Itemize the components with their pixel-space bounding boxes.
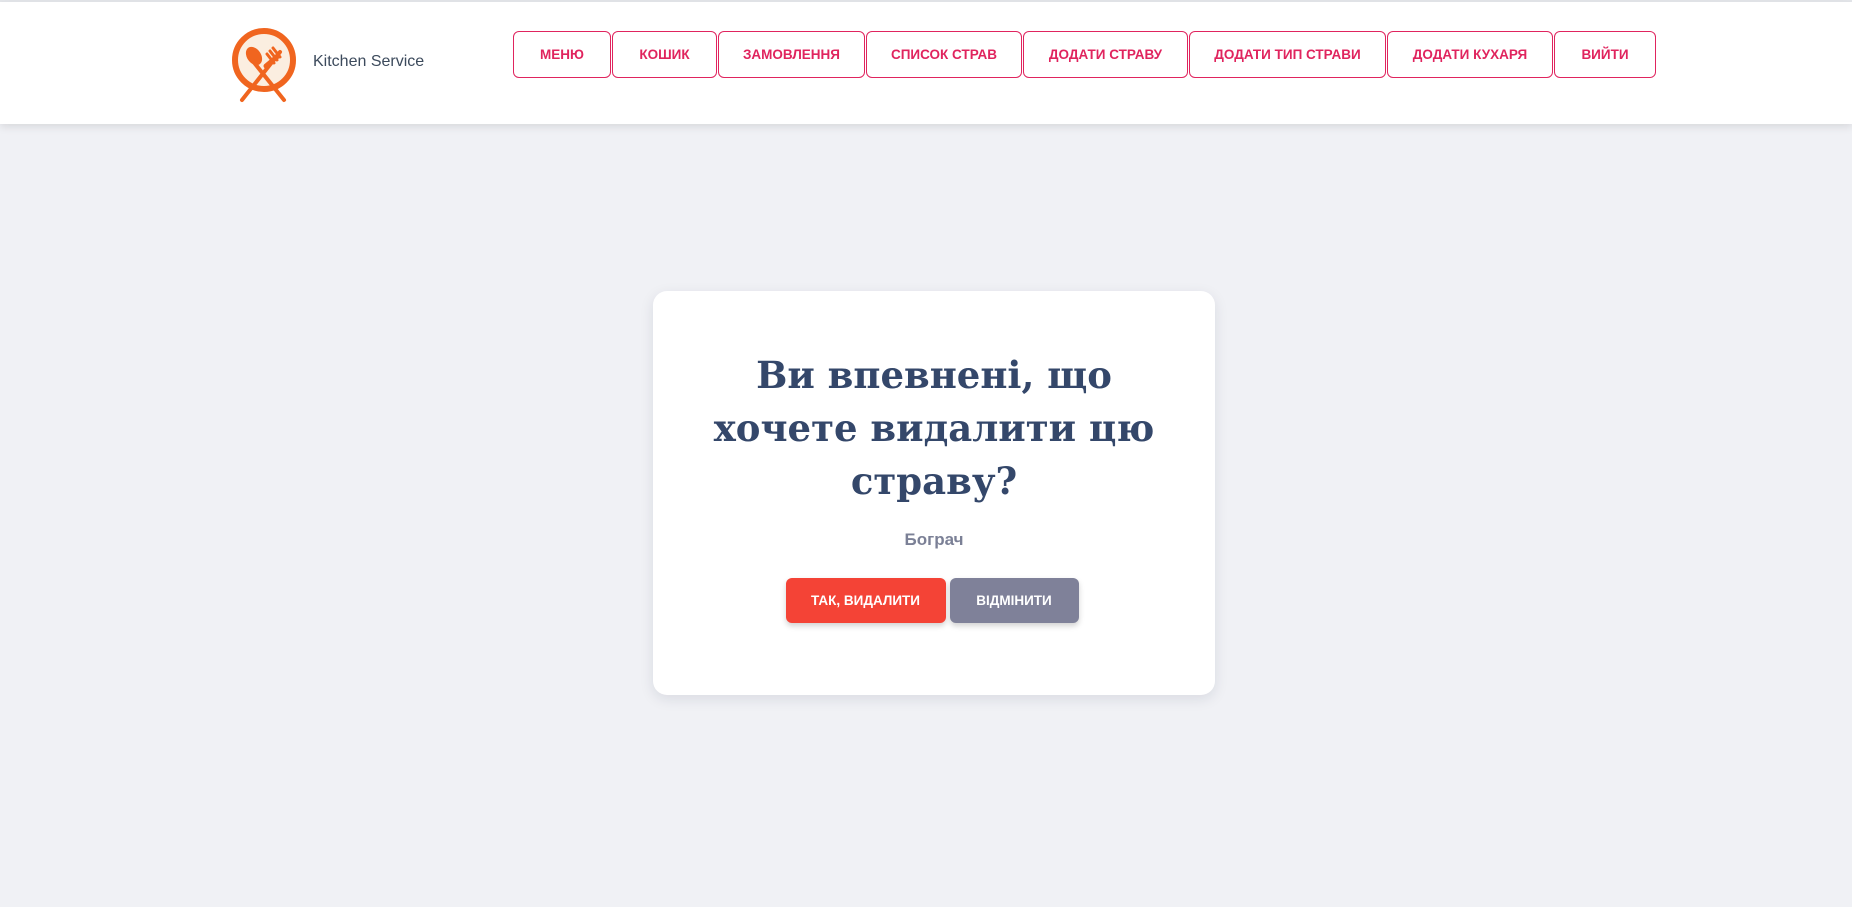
brand[interactable]: Kitchen Service — [230, 26, 424, 104]
confirm-delete-button[interactable]: ТАК, ВИДАЛИТИ — [785, 578, 946, 623]
brand-name: Kitchen Service — [313, 53, 425, 70]
main-nav: МЕНЮ КОШИК ЗАМОВЛЕННЯ СПИСОК СТРАВ ДОДАТ… — [513, 31, 1656, 78]
confirmation-title: Ви впевнені, що хочете видалити цю страв… — [713, 353, 1155, 503]
nav-orders-button[interactable]: ЗАМОВЛЕННЯ — [718, 31, 865, 78]
delete-confirmation-card: Ви впевнені, що хочете видалити цю страв… — [653, 291, 1215, 695]
nav-add-dish-button[interactable]: ДОДАТИ СТРАВУ — [1023, 31, 1188, 78]
nav-logout-button[interactable]: ВИЙТИ — [1554, 31, 1656, 78]
nav-add-cook-button[interactable]: ДОДАТИ КУХАРЯ — [1387, 31, 1553, 78]
plate-spoon-fork-icon — [232, 28, 296, 102]
site-header: Kitchen Service МЕНЮ КОШИК ЗАМОВЛЕННЯ СП… — [0, 2, 1852, 124]
dialog-actions: ТАК, ВИДАЛИТИ ВІДМІНИТИ — [653, 578, 1215, 623]
cancel-button[interactable]: ВІДМІНИТИ — [949, 578, 1079, 623]
nav-menu-button[interactable]: МЕНЮ — [513, 31, 611, 78]
dish-name: Бограч — [904, 530, 964, 549]
nav-dish-list-button[interactable]: СПИСОК СТРАВ — [866, 31, 1022, 78]
nav-add-dish-type-button[interactable]: ДОДАТИ ТИП СТРАВИ — [1189, 31, 1386, 78]
nav-cart-button[interactable]: КОШИК — [612, 31, 717, 78]
